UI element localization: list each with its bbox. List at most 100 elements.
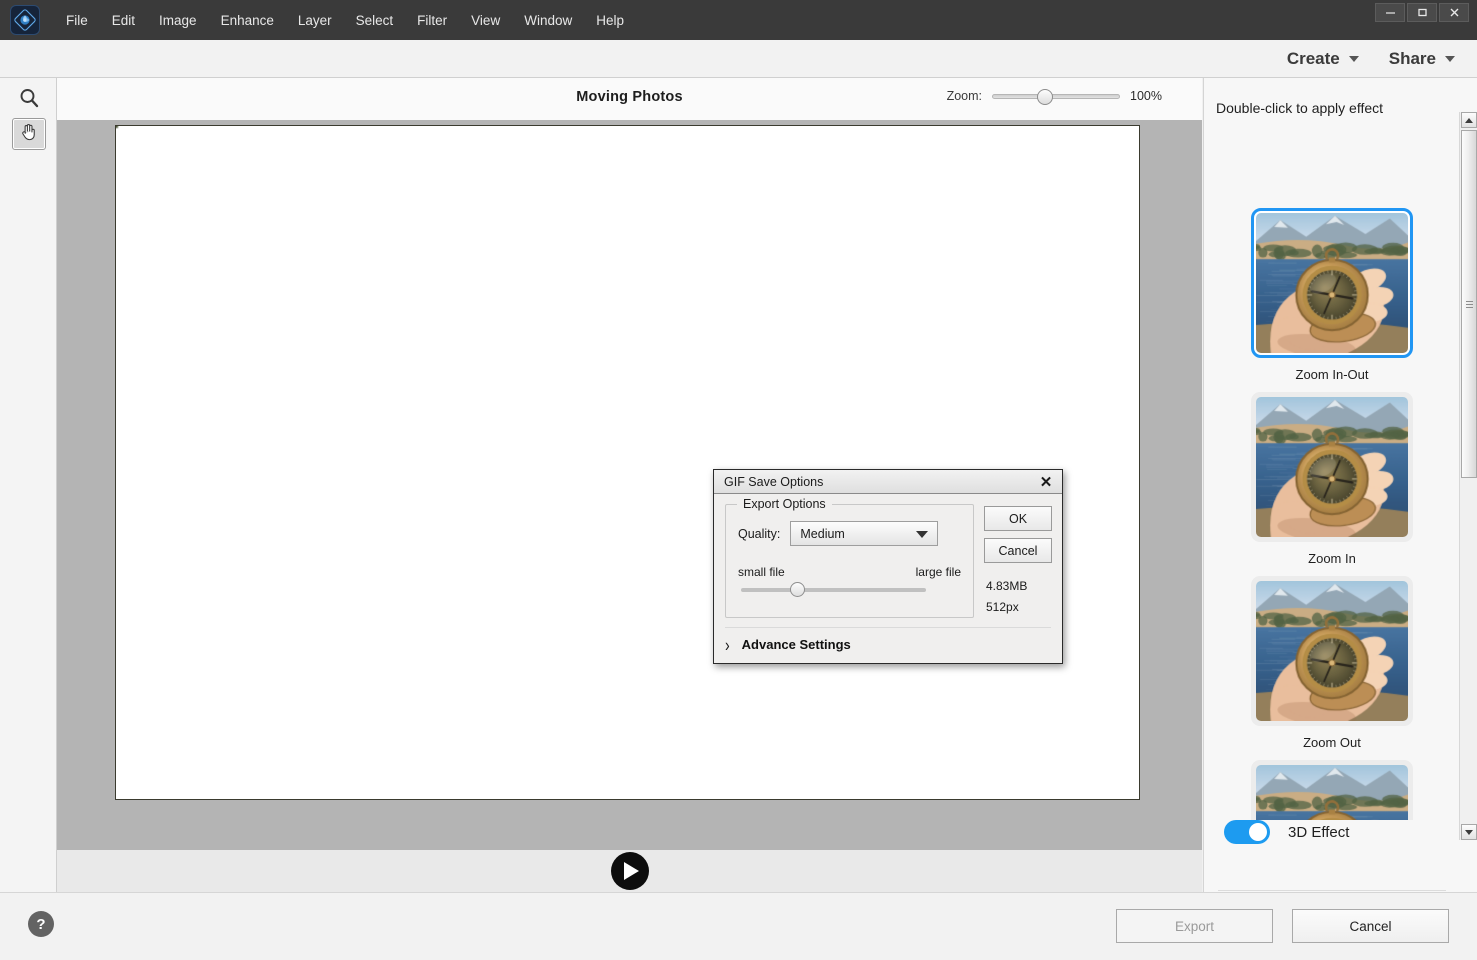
dialog-title: GIF Save Options <box>724 474 824 489</box>
app-logo-icon <box>10 5 40 35</box>
zoom-slider-handle[interactable] <box>1036 88 1053 105</box>
advance-settings-label: Advance Settings <box>741 637 851 652</box>
bottom-bar: ? Export Cancel <box>0 892 1477 960</box>
menu-item-layer[interactable]: Layer <box>286 8 344 33</box>
help-button[interactable]: ? <box>28 911 54 937</box>
effect-item-partial[interactable] <box>1204 760 1460 820</box>
dialog-actions: OK Cancel 4.83MB 512px <box>984 504 1052 618</box>
file-size-slider-handle[interactable] <box>789 582 805 597</box>
file-size-slider[interactable] <box>741 582 926 597</box>
3d-effect-toggle[interactable] <box>1224 820 1270 844</box>
chevron-down-icon <box>1445 56 1455 62</box>
effects-scroll-container: Zoom In-Out Zoom In Zoom Out <box>1204 130 1460 820</box>
effects-hint: Double-click to apply effect <box>1216 100 1384 116</box>
export-button[interactable]: Export <box>1116 909 1273 943</box>
chevron-down-icon <box>916 531 929 538</box>
hand-icon <box>19 121 40 147</box>
dialog-close-icon[interactable]: ✕ <box>1037 473 1055 491</box>
file-size-slider-labels: small file large file <box>738 565 961 579</box>
effects-panel: Double-click to apply effect Zoom In-Out <box>1203 78 1477 892</box>
canvas-header: Moving Photos Zoom: 100% <box>57 78 1202 120</box>
export-options-legend: Export Options <box>737 497 832 511</box>
menu-item-filter[interactable]: Filter <box>405 8 459 33</box>
maximize-button[interactable] <box>1407 3 1437 22</box>
zoom-tool-button[interactable] <box>12 84 46 116</box>
toggle-knob <box>1249 823 1267 841</box>
3d-effect-row: 3D Effect <box>1224 820 1349 844</box>
large-file-label: large file <box>915 565 961 579</box>
bottom-actions: Export Cancel <box>1116 909 1449 943</box>
effect-item-zoom-out[interactable]: Zoom Out <box>1204 576 1460 750</box>
question-mark-icon: ? <box>36 915 46 933</box>
quality-label: Quality: <box>738 526 781 541</box>
application-window: File Edit Image Enhance Layer Select Fil… <box>0 0 1477 960</box>
zoom-slider[interactable] <box>992 88 1120 105</box>
effect-thumbnail-frame <box>1251 576 1413 726</box>
menu-item-enhance[interactable]: Enhance <box>209 8 286 33</box>
dialog-titlebar: GIF Save Options ✕ <box>714 470 1062 494</box>
minimize-button[interactable] <box>1375 3 1405 22</box>
effect-item-zoom-in[interactable]: Zoom In <box>1204 392 1460 566</box>
dialog-ok-button[interactable]: OK <box>984 506 1052 531</box>
chevron-up-icon <box>1465 117 1473 123</box>
play-icon <box>624 862 639 880</box>
magnifier-icon <box>18 87 40 114</box>
grip-icon <box>1465 299 1473 310</box>
effect-label: Zoom In-Out <box>1295 367 1369 382</box>
create-label: Create <box>1286 49 1340 68</box>
create-share-group: Create Share <box>1287 40 1455 78</box>
effect-thumbnail-frame <box>1251 760 1413 820</box>
effect-thumbnail-frame <box>1251 208 1413 358</box>
create-share-bar: Create Share <box>0 40 1477 78</box>
menu-bar: File Edit Image Enhance Layer Select Fil… <box>0 0 1477 40</box>
scroll-down-button[interactable] <box>1461 824 1477 840</box>
export-options-fieldset: Export Options Quality: Medium small fil… <box>725 497 974 618</box>
create-button[interactable]: Create <box>1287 49 1359 69</box>
window-controls <box>1375 3 1469 22</box>
effect-thumbnail <box>1256 581 1408 721</box>
file-size-value: 4.83MB <box>986 579 1028 593</box>
tool-sidebar <box>0 78 57 892</box>
effect-thumbnail-frame <box>1251 392 1413 542</box>
menu-item-select[interactable]: Select <box>344 8 406 33</box>
menu-items: File Edit Image Enhance Layer Select Fil… <box>54 8 636 33</box>
dialog-body: Export Options Quality: Medium small fil… <box>714 494 1062 627</box>
close-button[interactable] <box>1439 3 1469 22</box>
dialog-file-info: 4.83MB 512px <box>984 576 1052 618</box>
menu-item-view[interactable]: View <box>459 8 512 33</box>
effect-thumbnail <box>1256 765 1408 820</box>
dialog-cancel-button[interactable]: Cancel <box>984 538 1052 563</box>
player-bar <box>57 850 1202 892</box>
effects-list: Zoom In-Out Zoom In Zoom Out <box>1204 130 1460 820</box>
effect-item-zoom-in-out[interactable]: Zoom In-Out <box>1204 208 1460 382</box>
zoom-percent: 100% <box>1130 89 1162 103</box>
zoom-control: Zoom: 100% <box>947 88 1164 105</box>
hand-tool-button[interactable] <box>12 118 46 150</box>
effects-scrollbar[interactable] <box>1459 112 1477 840</box>
quality-row: Quality: Medium <box>738 521 961 546</box>
menu-item-window[interactable]: Window <box>512 8 584 33</box>
deer-photo-image <box>116 126 1139 799</box>
menu-item-edit[interactable]: Edit <box>100 8 147 33</box>
share-button[interactable]: Share <box>1389 49 1455 69</box>
chevron-down-icon <box>1465 829 1473 835</box>
quality-value: Medium <box>800 526 845 541</box>
quality-dropdown[interactable]: Medium <box>790 521 939 546</box>
menu-item-file[interactable]: File <box>54 8 100 33</box>
3d-effect-label: 3D Effect <box>1288 823 1350 841</box>
play-button[interactable] <box>610 852 649 890</box>
menu-item-help[interactable]: Help <box>584 8 636 33</box>
effect-thumbnail <box>1256 213 1408 353</box>
advance-settings-toggle[interactable]: › Advance Settings <box>725 627 1051 663</box>
scroll-up-button[interactable] <box>1461 112 1477 128</box>
chevron-down-icon <box>1348 56 1359 62</box>
effect-thumbnail <box>1256 397 1408 537</box>
scrollbar-thumb[interactable] <box>1461 130 1477 478</box>
cancel-button[interactable]: Cancel <box>1292 909 1449 943</box>
photo-canvas[interactable] <box>115 125 1140 800</box>
menu-item-image[interactable]: Image <box>147 8 209 33</box>
panel-divider <box>1218 890 1446 891</box>
gif-save-options-dialog: GIF Save Options ✕ Export Options Qualit… <box>713 469 1063 664</box>
dimensions-value: 512px <box>986 600 1019 614</box>
share-label: Share <box>1388 49 1436 68</box>
